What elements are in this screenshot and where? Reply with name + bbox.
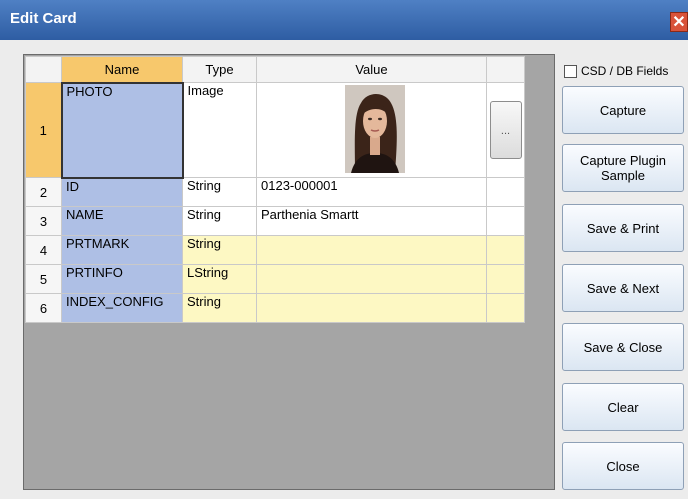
field-name-cell[interactable]: PRTINFO xyxy=(61,264,183,294)
field-type-cell: LString xyxy=(182,264,257,294)
field-name-cell[interactable]: ID xyxy=(61,177,183,207)
table-row[interactable]: 2 ID String 0123-000001 xyxy=(25,177,525,207)
portrait-photo xyxy=(345,85,405,173)
table-row[interactable]: 6 INDEX_CONFIG String xyxy=(25,293,525,323)
browse-image-button[interactable]: ... xyxy=(489,101,522,159)
table-row[interactable]: 4 PRTMARK String xyxy=(25,235,525,265)
field-name-cell[interactable]: PRTMARK xyxy=(61,235,183,265)
field-value-cell[interactable] xyxy=(256,293,487,323)
grid-corner[interactable] xyxy=(25,56,62,83)
field-value-cell[interactable] xyxy=(256,264,487,294)
field-type-cell: String xyxy=(182,293,257,323)
grid-header-row: Name Type Value xyxy=(25,56,525,83)
checkbox-label: CSD / DB Fields xyxy=(581,64,669,78)
field-value-cell[interactable] xyxy=(256,235,487,265)
column-header-name[interactable]: Name xyxy=(61,56,183,83)
column-header-type[interactable]: Type xyxy=(182,56,257,83)
field-name-cell[interactable]: PHOTO xyxy=(60,81,184,179)
column-header-action xyxy=(486,56,525,83)
table-row[interactable]: 5 PRTINFO LString xyxy=(25,264,525,294)
field-value-cell[interactable]: Parthenia Smartt xyxy=(256,206,487,236)
csd-db-fields-checkbox[interactable]: CSD / DB Fields xyxy=(564,64,668,78)
field-type-cell: String xyxy=(182,206,257,236)
close-button[interactable]: Close xyxy=(562,442,684,490)
checkbox-box[interactable] xyxy=(564,64,577,78)
row-number[interactable]: 2 xyxy=(25,177,62,207)
window-title: Edit Card xyxy=(10,10,77,27)
action-cell xyxy=(486,177,525,207)
row-number[interactable]: 4 xyxy=(25,235,62,265)
field-type-cell: Image xyxy=(182,82,257,178)
close-icon[interactable]: ✕ xyxy=(670,12,688,32)
capture-button[interactable]: Capture xyxy=(562,86,684,134)
title-bar: Edit Card ✕ xyxy=(0,0,688,40)
clear-button[interactable]: Clear xyxy=(562,383,684,431)
capture-plugin-sample-button[interactable]: Capture Plugin Sample xyxy=(562,144,684,192)
row-number[interactable]: 6 xyxy=(25,293,62,323)
fields-grid: Name Type Value 1 PHOTO Image ... 2 ID S… xyxy=(25,56,525,323)
action-cell xyxy=(486,206,525,236)
field-name-cell[interactable]: INDEX_CONFIG xyxy=(61,293,183,323)
edit-card-window: Edit Card ✕ Name Type Value 1 PHOTO Imag… xyxy=(0,0,688,499)
save-next-button[interactable]: Save & Next xyxy=(562,264,684,312)
field-value-cell[interactable] xyxy=(256,82,487,178)
row-number[interactable]: 5 xyxy=(25,264,62,294)
action-cell xyxy=(486,235,525,265)
save-print-button[interactable]: Save & Print xyxy=(562,204,684,252)
row-number[interactable]: 1 xyxy=(25,82,62,178)
column-header-value[interactable]: Value xyxy=(256,56,487,83)
field-name-cell[interactable]: NAME xyxy=(61,206,183,236)
photo-container xyxy=(261,83,485,177)
action-cell xyxy=(486,293,525,323)
save-close-button[interactable]: Save & Close xyxy=(562,323,684,371)
action-cell: ... xyxy=(486,82,525,178)
field-value-cell[interactable]: 0123-000001 xyxy=(256,177,487,207)
field-type-cell: String xyxy=(182,177,257,207)
table-row[interactable]: 1 PHOTO Image ... xyxy=(25,81,525,179)
field-type-cell: String xyxy=(182,235,257,265)
table-row[interactable]: 3 NAME String Parthenia Smartt xyxy=(25,206,525,236)
action-cell xyxy=(486,264,525,294)
row-number[interactable]: 3 xyxy=(25,206,62,236)
